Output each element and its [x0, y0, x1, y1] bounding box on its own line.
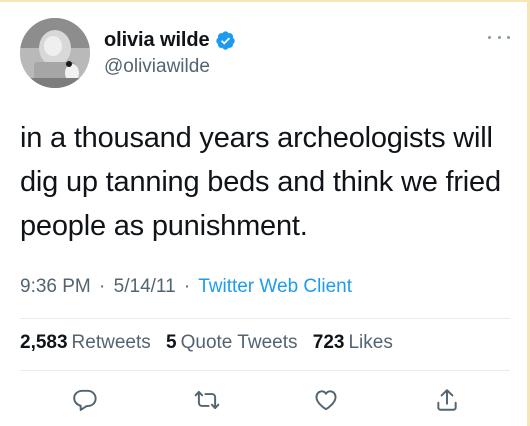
- tweet-text: in a thousand years archeologists will d…: [20, 122, 501, 242]
- retweets-count: 2,583: [20, 332, 68, 353]
- more-dots-icon[interactable]: [488, 32, 510, 42]
- tweet-stats: 2,583 Retweets 5 Quote Tweets 723 Likes: [20, 332, 403, 354]
- quote-tweets-label: Quote Tweets: [180, 332, 298, 353]
- meta-separator: ·: [183, 276, 191, 297]
- quote-tweets-stat[interactable]: 5 Quote Tweets: [166, 332, 297, 353]
- meta-separator: ·: [99, 276, 106, 297]
- tweet-meta: 9:36 PM · 5/14/11 · Twitter Web Client: [20, 276, 352, 298]
- retweets-stat[interactable]: 2,583 Retweets: [20, 332, 151, 353]
- quote-tweets-count: 5: [166, 332, 177, 353]
- divider: [20, 318, 510, 319]
- top-edge: [0, 0, 530, 2]
- likes-label: Likes: [348, 332, 393, 353]
- verified-badge-icon: [215, 30, 236, 51]
- likes-stat[interactable]: 723 Likes: [313, 332, 393, 353]
- action-bar: [0, 380, 530, 420]
- tweet-time[interactable]: 9:36 PM: [20, 276, 91, 297]
- handle[interactable]: @oliviawilde: [104, 56, 236, 78]
- display-name[interactable]: olivia wilde: [104, 29, 210, 52]
- tweet-header: olivia wilde @oliviawilde: [20, 18, 510, 88]
- retweets-label: Retweets: [71, 332, 151, 353]
- tweet-source-link[interactable]: Twitter Web Client: [198, 276, 352, 297]
- likes-count: 723: [312, 332, 345, 353]
- share-icon[interactable]: [434, 387, 460, 413]
- avatar[interactable]: [20, 18, 90, 88]
- tweet-date[interactable]: 5/14/11: [114, 276, 176, 297]
- retweet-icon[interactable]: [194, 387, 220, 413]
- reply-icon[interactable]: [72, 387, 98, 413]
- divider: [20, 370, 510, 371]
- avatar-image: [20, 18, 90, 88]
- like-icon[interactable]: [313, 387, 339, 413]
- author-info: olivia wilde @oliviawilde: [104, 28, 236, 78]
